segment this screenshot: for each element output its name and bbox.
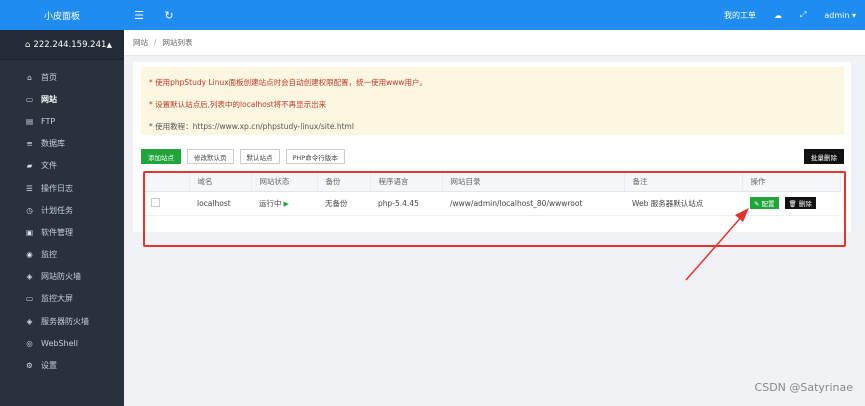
annotation-arrow (685, 208, 749, 281)
watermark: CSDN @Satyrinae (754, 381, 853, 394)
